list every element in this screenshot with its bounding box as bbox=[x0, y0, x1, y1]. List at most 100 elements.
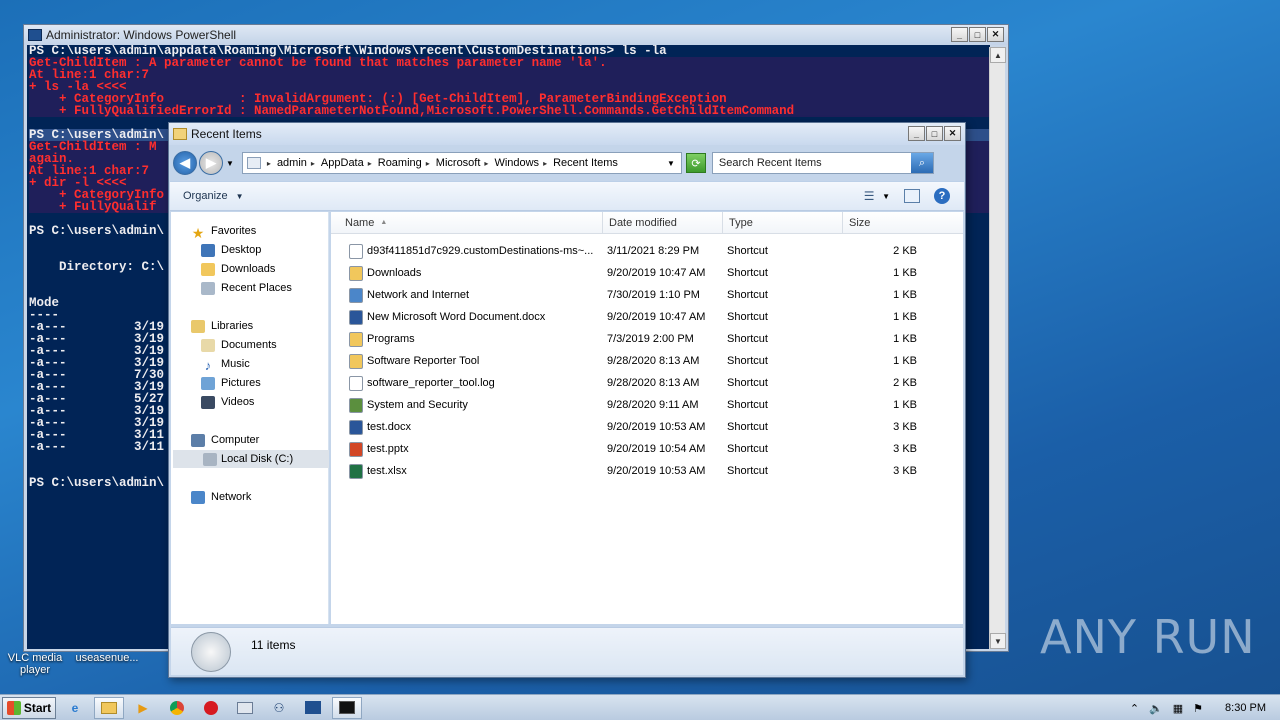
minimize-button[interactable]: _ bbox=[908, 126, 925, 141]
organize-button[interactable]: Organize ▼ bbox=[183, 190, 244, 202]
nav-documents[interactable]: Documents bbox=[201, 336, 277, 354]
excel-icon bbox=[349, 463, 363, 479]
volume-icon[interactable]: 🔈 bbox=[1149, 702, 1163, 715]
chevron-right-icon[interactable]: ▸ bbox=[368, 159, 372, 168]
nav-network[interactable]: Network bbox=[191, 488, 251, 506]
file-row[interactable]: System and Security 9/28/2020 9:11 AM Shor… bbox=[331, 394, 963, 416]
search-icon[interactable]: ⌕ bbox=[910, 153, 933, 173]
file-list[interactable]: Name ▲ Date modified Type Size d93f41185… bbox=[331, 212, 963, 624]
recent-items-icon bbox=[191, 632, 231, 672]
maximize-button[interactable]: □ bbox=[969, 27, 986, 42]
minimize-button[interactable]: _ bbox=[951, 27, 968, 42]
powershell-title: Administrator: Windows PowerShell bbox=[46, 28, 237, 42]
file-row[interactable]: software_reporter_tool.log 9/28/2020 8:13… bbox=[331, 372, 963, 394]
nav-videos[interactable]: Videos bbox=[201, 393, 254, 411]
explorer-titlebar[interactable]: Recent Items bbox=[169, 123, 965, 145]
help-icon[interactable]: ? bbox=[934, 188, 950, 204]
nav-music[interactable]: ♪ Music bbox=[201, 355, 250, 373]
nav-label: Computer bbox=[211, 434, 260, 446]
nav-recent-places[interactable]: Recent Places bbox=[201, 279, 292, 297]
opera-icon[interactable] bbox=[196, 697, 226, 719]
address-bar[interactable]: ▸ admin ▸ AppData ▸ Roaming ▸ Microsoft ▸ Wi… bbox=[241, 152, 682, 174]
powerpoint-icon bbox=[349, 441, 363, 457]
search-input[interactable]: Search Recent Items ⌕ bbox=[711, 152, 934, 174]
file-row[interactable]: Network and Internet 7/30/2019 1:10 PM Sho… bbox=[331, 284, 963, 306]
chevron-right-icon[interactable]: ▸ bbox=[311, 159, 315, 168]
preview-pane-icon[interactable] bbox=[904, 189, 920, 203]
windows-logo-icon bbox=[6, 700, 21, 715]
chevron-up-icon[interactable]: ⌃ bbox=[1130, 702, 1139, 715]
media-player-icon[interactable]: ▶ bbox=[128, 697, 158, 719]
breadcrumb-roaming[interactable]: Roaming bbox=[378, 157, 422, 169]
nav-downloads[interactable]: Downloads bbox=[201, 260, 275, 278]
file-name: test.pptx bbox=[367, 443, 409, 455]
scroll-up-icon[interactable]: ▲ bbox=[990, 47, 1006, 63]
powershell-taskbar-icon[interactable] bbox=[298, 697, 328, 719]
chevron-right-icon[interactable]: ▸ bbox=[267, 159, 271, 168]
nav-libraries[interactable]: Libraries bbox=[191, 317, 253, 335]
file-row[interactable]: Downloads 9/20/2019 10:47 AM Shortcut 1 KB bbox=[331, 262, 963, 284]
chevron-down-icon[interactable]: ▼ bbox=[882, 192, 890, 201]
word-icon bbox=[349, 419, 363, 435]
nav-local-disk[interactable]: Local Disk (C:) bbox=[173, 450, 329, 468]
view-options-icon[interactable]: ☰ bbox=[860, 187, 878, 205]
file-size: 3 KB bbox=[893, 465, 917, 477]
file-row[interactable]: d93f411851d7c929.customDestinations-ms~.… bbox=[331, 240, 963, 262]
close-button[interactable]: ✕ bbox=[987, 27, 1004, 42]
file-name: test.xlsx bbox=[367, 465, 407, 477]
chevron-right-icon[interactable]: ▸ bbox=[543, 159, 547, 168]
refresh-button[interactable]: ⟳ bbox=[685, 153, 706, 173]
chrome-icon[interactable] bbox=[162, 697, 192, 719]
breadcrumb-recent-items[interactable]: Recent Items bbox=[553, 157, 618, 169]
file-row[interactable]: test.pptx 9/20/2019 10:54 AM Shortcut 3 KB bbox=[331, 438, 963, 460]
desktop-icon-label: useasenue... bbox=[75, 652, 139, 664]
breadcrumb-windows[interactable]: Windows bbox=[494, 157, 539, 169]
history-dropdown-icon[interactable]: ▼ bbox=[226, 159, 234, 168]
network-tool-icon[interactable]: ⚇ bbox=[264, 697, 294, 719]
column-header-type[interactable]: Type bbox=[723, 212, 843, 234]
start-button[interactable]: Start bbox=[2, 696, 56, 719]
nav-pictures[interactable]: Pictures bbox=[201, 374, 261, 392]
file-row[interactable]: test.docx 9/20/2019 10:53 AM Shortcut 3 KB bbox=[331, 416, 963, 438]
close-button[interactable]: ✕ bbox=[944, 126, 961, 141]
column-header-size[interactable]: Size bbox=[843, 212, 963, 234]
column-header-name[interactable]: Name ▲ bbox=[331, 212, 603, 234]
nav-computer[interactable]: Computer bbox=[191, 431, 259, 449]
nav-desktop[interactable]: Desktop bbox=[201, 241, 261, 259]
chevron-right-icon[interactable]: ▸ bbox=[484, 159, 488, 168]
ie-icon[interactable]: e bbox=[60, 697, 90, 719]
file-name: software_reporter_tool.log bbox=[367, 377, 495, 389]
file-name: test.docx bbox=[367, 421, 412, 433]
network-tray-icon[interactable]: ▦ bbox=[1173, 702, 1183, 715]
file-date: 9/20/2019 10:53 AM bbox=[607, 465, 706, 477]
cmd-taskbar-icon[interactable] bbox=[332, 696, 362, 719]
file-row[interactable]: Programs 7/3/2019 2:00 PM Shortcut 1 KB bbox=[331, 328, 963, 350]
console-scrollbar[interactable]: ▲ ▼ bbox=[989, 47, 1006, 649]
breadcrumb-appdata[interactable]: AppData bbox=[321, 157, 364, 169]
chevron-right-icon[interactable]: ▸ bbox=[426, 159, 430, 168]
clock[interactable]: 8:30 PM bbox=[1225, 702, 1266, 714]
forward-button[interactable]: ▶ bbox=[199, 151, 223, 175]
file-row[interactable]: test.xlsx 9/20/2019 10:53 AM Shortcut 3 KB bbox=[331, 460, 963, 482]
file-row[interactable]: New Microsoft Word Document.docx 9/20/201… bbox=[331, 306, 963, 328]
column-header-date[interactable]: Date modified bbox=[603, 212, 723, 234]
breadcrumb-admin[interactable]: admin bbox=[277, 157, 307, 169]
app-window-icon[interactable] bbox=[230, 697, 260, 719]
nav-label: Network bbox=[211, 491, 252, 503]
scroll-down-icon[interactable]: ▼ bbox=[990, 633, 1006, 649]
column-label: Type bbox=[729, 216, 753, 229]
file-date: 7/3/2019 2:00 PM bbox=[607, 333, 694, 345]
flag-icon[interactable]: ⚑ bbox=[1193, 702, 1203, 715]
nav-favorites[interactable]: ★ Favorites bbox=[191, 222, 257, 241]
explorer-window[interactable]: Recent Items _ □ ✕ ◀ ▶ ▼ ▸ admin ▸ AppDat… bbox=[168, 122, 966, 678]
explorer-taskbar-icon[interactable] bbox=[94, 696, 124, 719]
address-dropdown-icon[interactable]: ▼ bbox=[667, 159, 675, 168]
back-button[interactable]: ◀ bbox=[173, 151, 197, 175]
item-count: 11 items bbox=[251, 638, 296, 652]
nav-label: Desktop bbox=[221, 244, 262, 256]
powershell-titlebar[interactable]: Administrator: Windows PowerShell bbox=[24, 25, 1008, 45]
maximize-button[interactable]: □ bbox=[926, 126, 943, 141]
breadcrumb-microsoft[interactable]: Microsoft bbox=[436, 157, 481, 169]
file-name: New Microsoft Word Document.docx bbox=[367, 311, 546, 323]
file-row[interactable]: Software Reporter Tool 9/28/2020 8:13 AM S… bbox=[331, 350, 963, 372]
